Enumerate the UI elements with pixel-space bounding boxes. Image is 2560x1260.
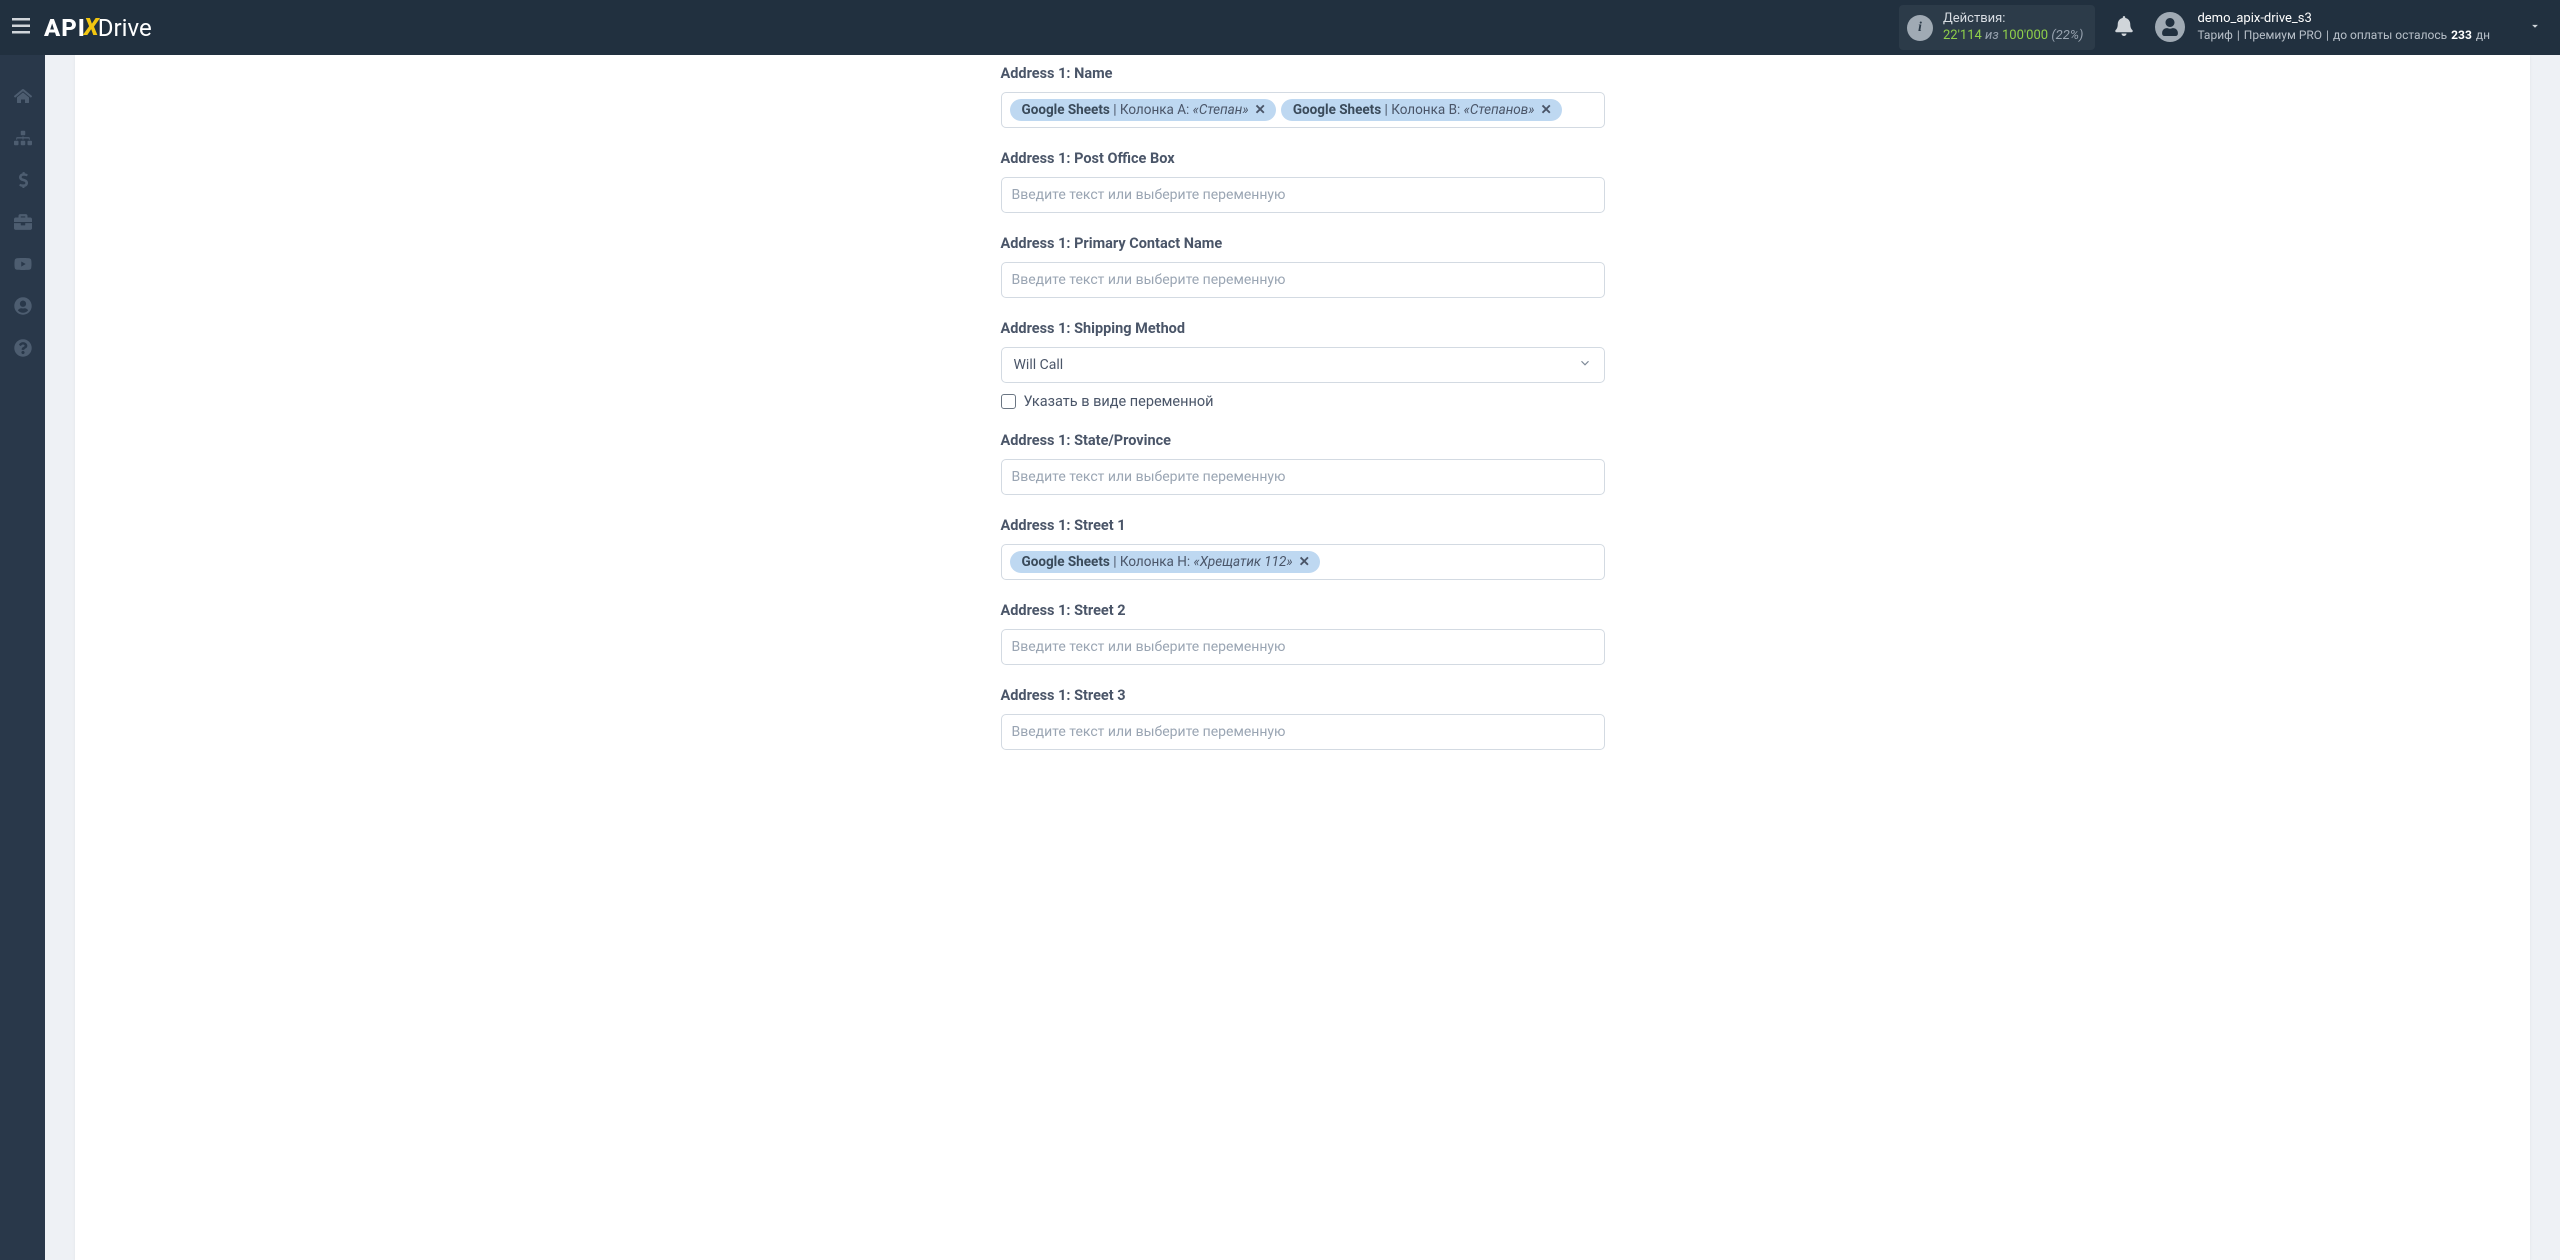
question-icon <box>14 339 32 357</box>
field-label: Address 1: State/Province <box>1001 432 1605 449</box>
actions-counter[interactable]: i Действия: 22'114 из 100'000 (22%) <box>1899 5 2095 51</box>
variable-tag[interactable]: Google Sheets | Колонка H: «Хрещатик 112… <box>1010 551 1320 573</box>
chevron-down-icon <box>1578 356 1592 374</box>
logo-api: API <box>44 14 86 42</box>
text-input[interactable]: Введите текст или выберите переменную <box>1001 262 1605 298</box>
close-icon[interactable]: ✕ <box>1255 102 1266 118</box>
text-input[interactable]: Введите текст или выберите переменную <box>1001 714 1605 750</box>
dollar-icon <box>14 171 32 189</box>
close-icon[interactable]: ✕ <box>1540 102 1551 118</box>
field-address-street3: Address 1: Street 3 Введите текст или вы… <box>1001 687 1605 750</box>
bell-icon <box>2115 16 2133 36</box>
user-menu[interactable]: demo_apix-drive_s3 Тариф | Премиум PRO |… <box>2155 11 2490 43</box>
actions-label: Действия: <box>1943 11 2083 28</box>
sidebar-tools[interactable] <box>0 201 45 243</box>
text-input[interactable]: Введите текст или выберите переменную <box>1001 177 1605 213</box>
hamburger-icon <box>12 18 30 34</box>
user-circle-icon <box>14 297 32 315</box>
chevron-down-icon <box>2528 19 2542 33</box>
close-icon[interactable]: ✕ <box>1299 554 1310 570</box>
field-address-shipping: Address 1: Shipping Method Will Call Ука… <box>1001 320 1605 410</box>
field-address-street1: Address 1: Street 1 Google Sheets | Коло… <box>1001 517 1605 580</box>
menu-toggle[interactable] <box>12 18 30 38</box>
field-address-pobox: Address 1: Post Office Box Введите текст… <box>1001 150 1605 213</box>
user-icon <box>2161 18 2179 36</box>
text-input[interactable]: Введите текст или выберите переменную <box>1001 629 1605 665</box>
field-address-state: Address 1: State/Province Введите текст … <box>1001 432 1605 495</box>
form-card: Address 1: Name Google Sheets | Колонка … <box>75 55 2530 1260</box>
app-header: API X Drive i Действия: 22'114 из 100'00… <box>0 0 2560 55</box>
info-icon: i <box>1907 15 1933 41</box>
field-label: Address 1: Street 2 <box>1001 602 1605 619</box>
youtube-icon <box>14 255 32 273</box>
text-input[interactable]: Введите текст или выберите переменную <box>1001 459 1605 495</box>
field-label: Address 1: Name <box>1001 65 1605 82</box>
notifications-button[interactable] <box>2115 16 2133 40</box>
briefcase-icon <box>14 213 32 231</box>
logo-x: X <box>84 13 100 41</box>
field-label: Address 1: Shipping Method <box>1001 320 1605 337</box>
username: demo_apix-drive_s3 <box>2197 11 2490 28</box>
avatar <box>2155 12 2185 42</box>
field-label: Address 1: Primary Contact Name <box>1001 235 1605 252</box>
sidebar <box>0 55 45 1260</box>
checkbox[interactable] <box>1001 394 1016 409</box>
sitemap-icon <box>14 129 32 147</box>
user-tariff: Тариф | Премиум PRO | до оплаты осталось… <box>2197 28 2490 44</box>
account-expand[interactable] <box>2528 19 2542 37</box>
variable-tag[interactable]: Google Sheets | Колонка B: «Степанов» ✕ <box>1281 99 1562 121</box>
actions-of: из <box>1985 28 1999 43</box>
checkbox-row[interactable]: Указать в виде переменной <box>1001 393 1605 410</box>
actions-limit: 100'000 <box>2002 28 2048 43</box>
sidebar-videos[interactable] <box>0 243 45 285</box>
sidebar-help[interactable] <box>0 327 45 369</box>
sidebar-profile[interactable] <box>0 285 45 327</box>
actions-pct: (22%) <box>2051 28 2083 43</box>
home-icon <box>14 87 32 105</box>
field-label: Address 1: Street 3 <box>1001 687 1605 704</box>
tag-input[interactable]: Google Sheets | Колонка A: «Степан» ✕ Go… <box>1001 92 1605 128</box>
variable-tag[interactable]: Google Sheets | Колонка A: «Степан» ✕ <box>1010 99 1276 121</box>
select-input[interactable]: Will Call <box>1001 347 1605 383</box>
field-address-primary-contact: Address 1: Primary Contact Name Введите … <box>1001 235 1605 298</box>
field-address-name: Address 1: Name Google Sheets | Колонка … <box>1001 65 1605 128</box>
sidebar-home[interactable] <box>0 75 45 117</box>
field-address-street2: Address 1: Street 2 Введите текст или вы… <box>1001 602 1605 665</box>
field-label: Address 1: Post Office Box <box>1001 150 1605 167</box>
sidebar-connections[interactable] <box>0 117 45 159</box>
actions-count: 22'114 <box>1943 28 1982 43</box>
checkbox-label: Указать в виде переменной <box>1024 393 1214 410</box>
select-value: Will Call <box>1014 357 1064 373</box>
logo[interactable]: API X Drive <box>44 14 152 42</box>
logo-drive: Drive <box>98 14 152 42</box>
tag-input[interactable]: Google Sheets | Колонка H: «Хрещатик 112… <box>1001 544 1605 580</box>
field-label: Address 1: Street 1 <box>1001 517 1605 534</box>
main-content: Address 1: Name Google Sheets | Колонка … <box>45 55 2560 1260</box>
sidebar-billing[interactable] <box>0 159 45 201</box>
